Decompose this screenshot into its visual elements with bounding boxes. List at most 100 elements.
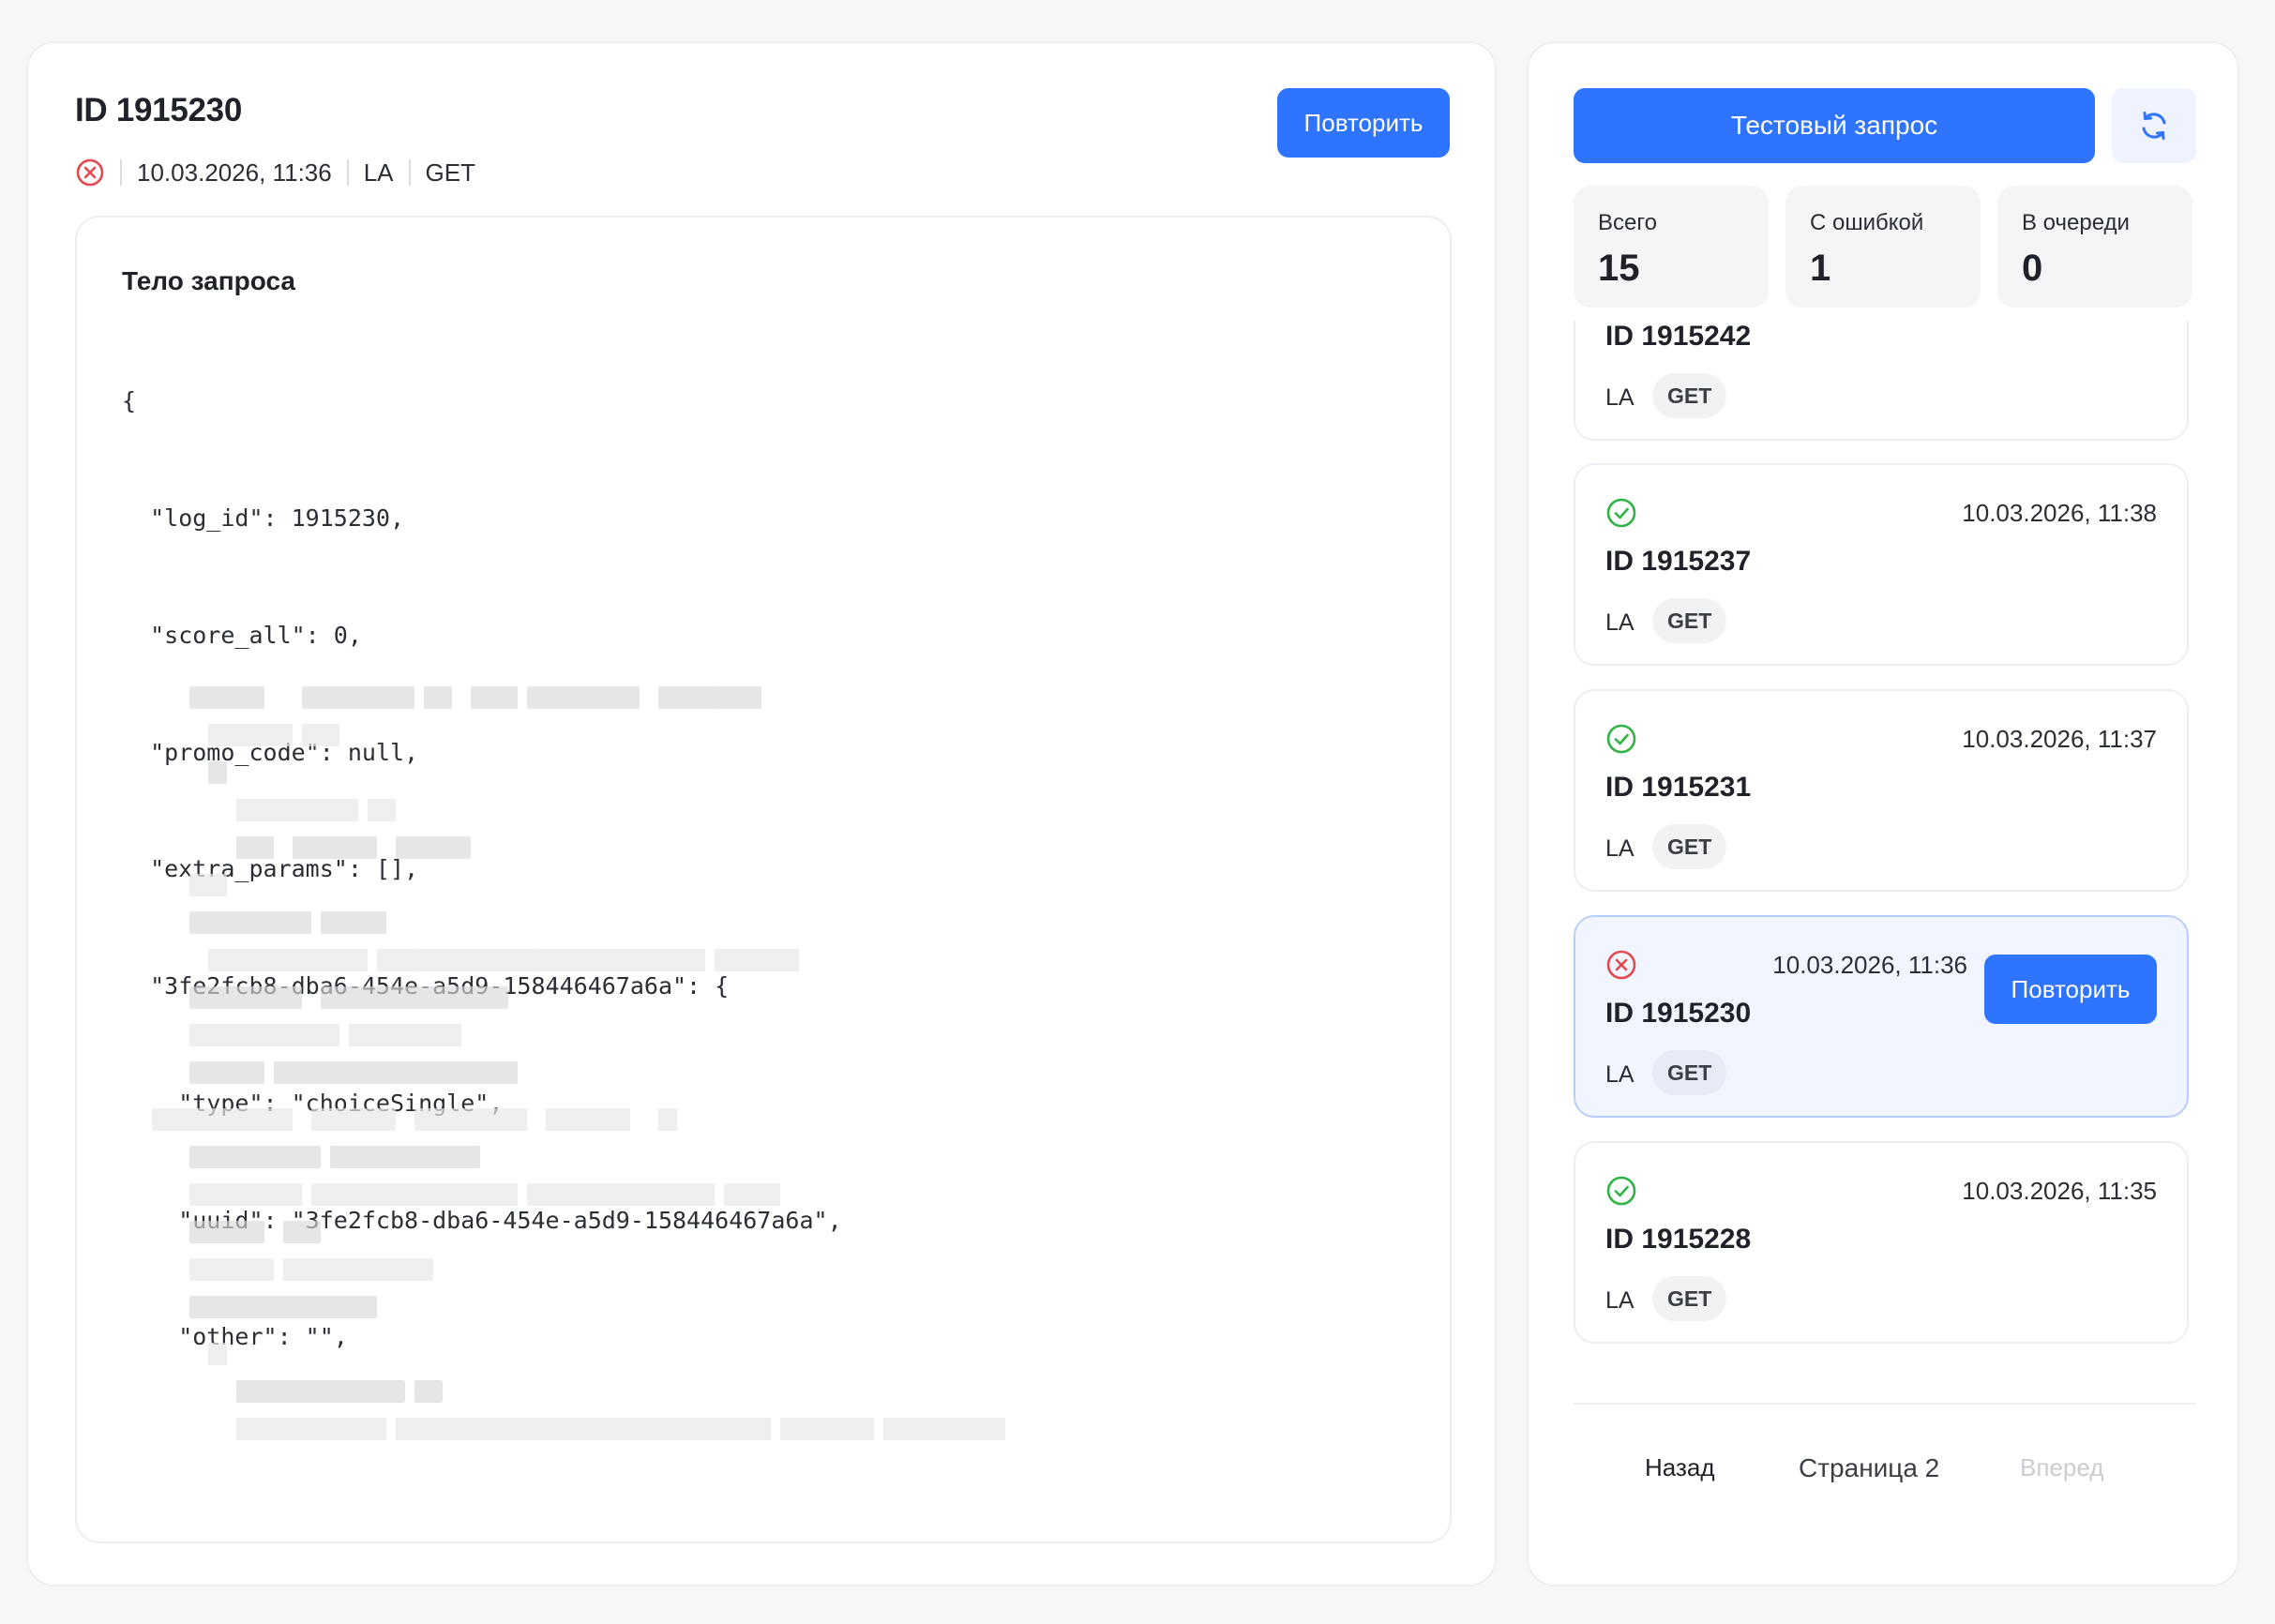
- redacted-block: [311, 1108, 396, 1131]
- success-status-icon: [1606, 1176, 1636, 1206]
- redacted-block: [546, 1108, 630, 1131]
- method-badge: GET: [1652, 824, 1727, 869]
- detail-meta: 10.03.2026, 11:36 LA GET: [75, 154, 475, 191]
- redacted-block: [236, 836, 274, 859]
- stat-value: 0: [2022, 248, 2043, 289]
- redacted-block: [189, 911, 311, 934]
- request-id: ID 1915228: [1605, 1224, 1752, 1255]
- redacted-block: [236, 1380, 405, 1403]
- redacted-block: [396, 1418, 771, 1440]
- redacted-content: [133, 686, 1258, 1530]
- redacted-block: [189, 1183, 302, 1206]
- request-time: 10.03.2026, 11:37: [1962, 725, 2157, 753]
- request-body-title: Тело запроса: [122, 266, 295, 295]
- redacted-block: [527, 1183, 715, 1206]
- redacted-block: [349, 1024, 461, 1046]
- redacted-block: [189, 986, 302, 1009]
- redacted-block: [152, 1108, 293, 1131]
- repeat-button[interactable]: Повторить: [1984, 955, 2157, 1024]
- detail-datetime: 10.03.2026, 11:36: [137, 158, 332, 187]
- method-badge: GET: [1652, 1050, 1727, 1095]
- redacted-block: [189, 1221, 264, 1243]
- prev-page-button[interactable]: Назад: [1645, 1453, 1715, 1482]
- stat-label: С ошибкой: [1810, 210, 1924, 235]
- detail-title: ID 1915230: [75, 92, 242, 128]
- redacted-block: [311, 1183, 518, 1206]
- redacted-block: [208, 1343, 227, 1365]
- divider: [408, 159, 411, 186]
- stat-label: В очереди: [2022, 210, 2130, 235]
- redacted-block: [189, 874, 227, 896]
- method-badge: GET: [1652, 373, 1727, 418]
- redacted-block: [321, 986, 508, 1009]
- redacted-block: [321, 911, 386, 934]
- request-list-item-selected[interactable]: 10.03.2026, 11:36 ID 1915230 LA GET Повт…: [1574, 915, 2189, 1118]
- request-list-item[interactable]: 10.03.2026, 11:37 ID 1915231 LA GET: [1574, 689, 2189, 892]
- redacted-block: [208, 724, 293, 746]
- success-status-icon: [1606, 724, 1636, 754]
- next-page-button[interactable]: Вперед: [2020, 1453, 2103, 1482]
- redacted-block: [189, 1258, 274, 1281]
- request-region: LA: [1605, 1061, 1635, 1088]
- stat-value: 1: [1810, 248, 1831, 289]
- redacted-block: [189, 1061, 264, 1084]
- redacted-block: [189, 1146, 321, 1168]
- refresh-button[interactable]: [2112, 88, 2196, 163]
- request-region: LA: [1605, 1287, 1635, 1314]
- code-line: "score_all": 0,: [122, 621, 362, 649]
- redacted-block: [293, 836, 377, 859]
- redacted-block: [283, 1221, 321, 1243]
- stat-label: Всего: [1598, 210, 1657, 235]
- refresh-icon: [2142, 112, 2166, 140]
- request-time: 10.03.2026, 11:38: [1962, 499, 2157, 527]
- redacted-block: [189, 1024, 339, 1046]
- request-body-box: Тело запроса { "log_id": 1915230, "score…: [75, 216, 1452, 1543]
- detail-method: GET: [425, 158, 475, 187]
- request-list-item[interactable]: 10.03.2026, 11:38 ID 1915237 LA GET: [1574, 463, 2189, 666]
- request-list-item[interactable]: ID 1915242 LA GET: [1574, 321, 2189, 441]
- method-badge: GET: [1652, 1276, 1727, 1321]
- error-status-icon: [76, 158, 104, 187]
- request-region: LA: [1605, 609, 1635, 636]
- redacted-block: [780, 1418, 874, 1440]
- test-request-button[interactable]: Тестовый запрос: [1574, 88, 2095, 163]
- success-status-icon: [1606, 498, 1636, 528]
- request-detail-panel: ID 1915230 Повторить 10.03.2026, 11:36 L…: [26, 41, 1497, 1586]
- request-region: LA: [1605, 835, 1635, 862]
- redacted-block: [236, 799, 358, 821]
- stat-total: Всего 15: [1574, 186, 1769, 308]
- redacted-block: [274, 1061, 518, 1084]
- request-id: ID 1915242: [1605, 321, 1752, 352]
- redacted-block: [414, 949, 536, 971]
- method-badge: GET: [1652, 598, 1727, 643]
- redacted-block: [471, 686, 518, 709]
- redacted-block: [236, 1418, 386, 1440]
- code-line: "log_id": 1915230,: [122, 504, 405, 532]
- requests-sidebar: Тестовый запрос Всего 15 С ошибкой 1 В о…: [1527, 41, 2239, 1586]
- redacted-block: [658, 686, 715, 709]
- error-status-icon: [1606, 950, 1636, 980]
- stat-value: 15: [1598, 248, 1640, 289]
- redacted-block: [377, 949, 414, 971]
- redacted-block: [302, 686, 414, 709]
- request-time: 10.03.2026, 11:36: [1772, 951, 1967, 979]
- redacted-block: [208, 761, 227, 784]
- request-id: ID 1915237: [1605, 546, 1752, 577]
- redacted-block: [189, 1296, 377, 1318]
- code-line: {: [122, 387, 137, 415]
- redacted-block: [424, 686, 452, 709]
- request-list[interactable]: ID 1915242 LA GET 10.03.2026, 11:38 ID 1…: [1570, 321, 2200, 1414]
- redacted-block: [536, 949, 705, 971]
- detail-region: LA: [363, 158, 394, 187]
- request-id: ID 1915230: [1605, 998, 1752, 1029]
- request-list-item[interactable]: 10.03.2026, 11:35 ID 1915228 LA GET: [1574, 1141, 2189, 1344]
- redacted-block: [715, 949, 799, 971]
- repeat-button[interactable]: Повторить: [1277, 88, 1450, 158]
- redacted-block: [527, 686, 640, 709]
- redacted-block: [189, 686, 264, 709]
- redacted-block: [302, 724, 339, 746]
- divider: [1574, 1403, 2196, 1405]
- redacted-block: [414, 1380, 443, 1403]
- redacted-block: [883, 1418, 1005, 1440]
- stat-queue: В очереди 0: [1997, 186, 2192, 308]
